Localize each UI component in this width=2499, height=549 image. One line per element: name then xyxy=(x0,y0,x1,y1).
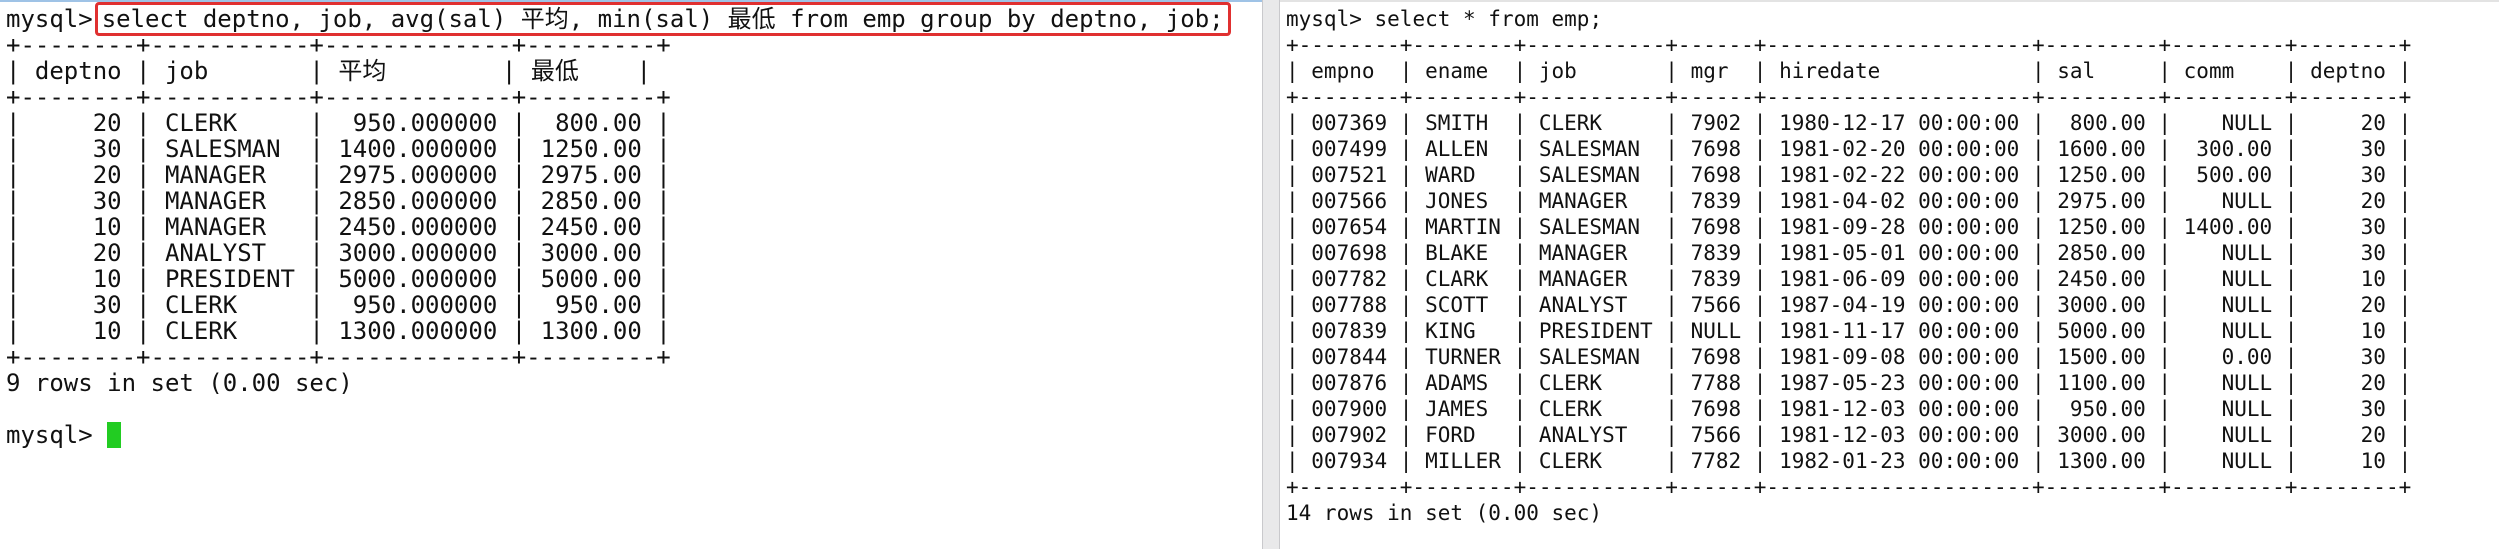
left-table-row: | 20 | CLERK | 950.000000 | 800.00 | xyxy=(6,109,671,137)
right-table-row: | 007369 | SMITH | CLERK | 7902 | 1980-1… xyxy=(1286,111,2412,135)
terminal-cursor xyxy=(107,422,122,448)
right-table-row: | 007839 | KING | PRESIDENT | NULL | 198… xyxy=(1286,319,2412,343)
right-table-row: | 007782 | CLARK | MANAGER | 7839 | 1981… xyxy=(1286,267,2412,291)
right-terminal-output: mysql> select * from emp; +--------+-----… xyxy=(1286,6,2411,526)
right-table-header: | empno | ename | job | mgr | hiredate |… xyxy=(1286,59,2412,83)
right-table-row: | 007566 | JONES | MANAGER | 7839 | 1981… xyxy=(1286,189,2412,213)
pane-splitter[interactable] xyxy=(1262,0,1280,549)
left-table-row: | 30 | CLERK | 950.000000 | 950.00 | xyxy=(6,291,671,319)
left-prompt-2: mysql> xyxy=(6,421,93,449)
right-table-row: | 007698 | BLAKE | MANAGER | 7839 | 1981… xyxy=(1286,241,2412,265)
left-result-footer: 9 rows in set (0.00 sec) xyxy=(6,369,353,397)
right-pane-top-border xyxy=(1280,0,2499,2)
left-table-row: | 10 | CLERK | 1300.000000 | 1300.00 | xyxy=(6,317,671,345)
left-command-line: mysql> select deptno, job, avg(sal) 平均, m… xyxy=(6,2,1231,36)
right-table-border-bottom: +--------+--------+-----------+------+--… xyxy=(1286,475,2412,499)
left-table-header: | deptno | job | 平均 | 最低 | xyxy=(6,57,652,85)
right-terminal-pane[interactable]: mysql> select * from emp; +--------+-----… xyxy=(1280,0,2499,549)
left-table-row: | 30 | MANAGER | 2850.000000 | 2850.00 | xyxy=(6,187,671,215)
right-table-row: | 007499 | ALLEN | SALESMAN | 7698 | 198… xyxy=(1286,137,2412,161)
right-table-row: | 007521 | WARD | SALESMAN | 7698 | 1981… xyxy=(1286,163,2412,187)
right-query: select * from emp; xyxy=(1374,7,1603,31)
right-table-row: | 007654 | MARTIN | SALESMAN | 7698 | 19… xyxy=(1286,215,2412,239)
right-table-row: | 007844 | TURNER | SALESMAN | 7698 | 19… xyxy=(1286,345,2412,369)
right-table-row: | 007900 | JAMES | CLERK | 7698 | 1981-1… xyxy=(1286,397,2412,421)
left-terminal-output: mysql> select deptno, job, avg(sal) 平均, m… xyxy=(6,2,1231,448)
right-prompt: mysql> xyxy=(1286,7,1362,31)
left-blank-line xyxy=(6,396,1231,422)
left-active-prompt-line[interactable]: mysql> xyxy=(6,422,1231,448)
left-prompt: mysql> xyxy=(6,5,93,33)
left-table-row: | 20 | MANAGER | 2975.000000 | 2975.00 | xyxy=(6,161,671,189)
right-table-row: | 007934 | MILLER | CLERK | 7782 | 1982-… xyxy=(1286,449,2412,473)
right-table-row: | 007876 | ADAMS | CLERK | 7788 | 1987-0… xyxy=(1286,371,2412,395)
left-table-border-mid: +--------+-----------+-------------+----… xyxy=(6,83,671,111)
left-table-row: | 10 | PRESIDENT | 5000.000000 | 5000.00… xyxy=(6,265,671,293)
emp-result-table: +--------+--------+-----------+------+--… xyxy=(1286,32,2411,500)
left-terminal-pane[interactable]: mysql> select deptno, job, avg(sal) 平均, m… xyxy=(0,0,1262,549)
left-table-row: | 20 | ANALYST | 3000.000000 | 3000.00 | xyxy=(6,239,671,267)
right-result-footer: 14 rows in set (0.00 sec) xyxy=(1286,501,1603,525)
grouped-result-table: +--------+-----------+-------------+----… xyxy=(6,32,1231,370)
left-table-border-bottom: +--------+-----------+-------------+----… xyxy=(6,343,671,371)
left-table-row: | 10 | MANAGER | 2450.000000 | 2450.00 | xyxy=(6,213,671,241)
right-table-border-mid: +--------+--------+-----------+------+--… xyxy=(1286,85,2412,109)
right-table-row: | 007902 | FORD | ANALYST | 7566 | 1981-… xyxy=(1286,423,2412,447)
left-table-row: | 30 | SALESMAN | 1400.000000 | 1250.00 … xyxy=(6,135,671,163)
right-table-border-top: +--------+--------+-----------+------+--… xyxy=(1286,33,2412,57)
right-table-row: | 007788 | SCOTT | ANALYST | 7566 | 1987… xyxy=(1286,293,2412,317)
right-command-line: mysql> select * from emp; xyxy=(1286,6,2411,32)
